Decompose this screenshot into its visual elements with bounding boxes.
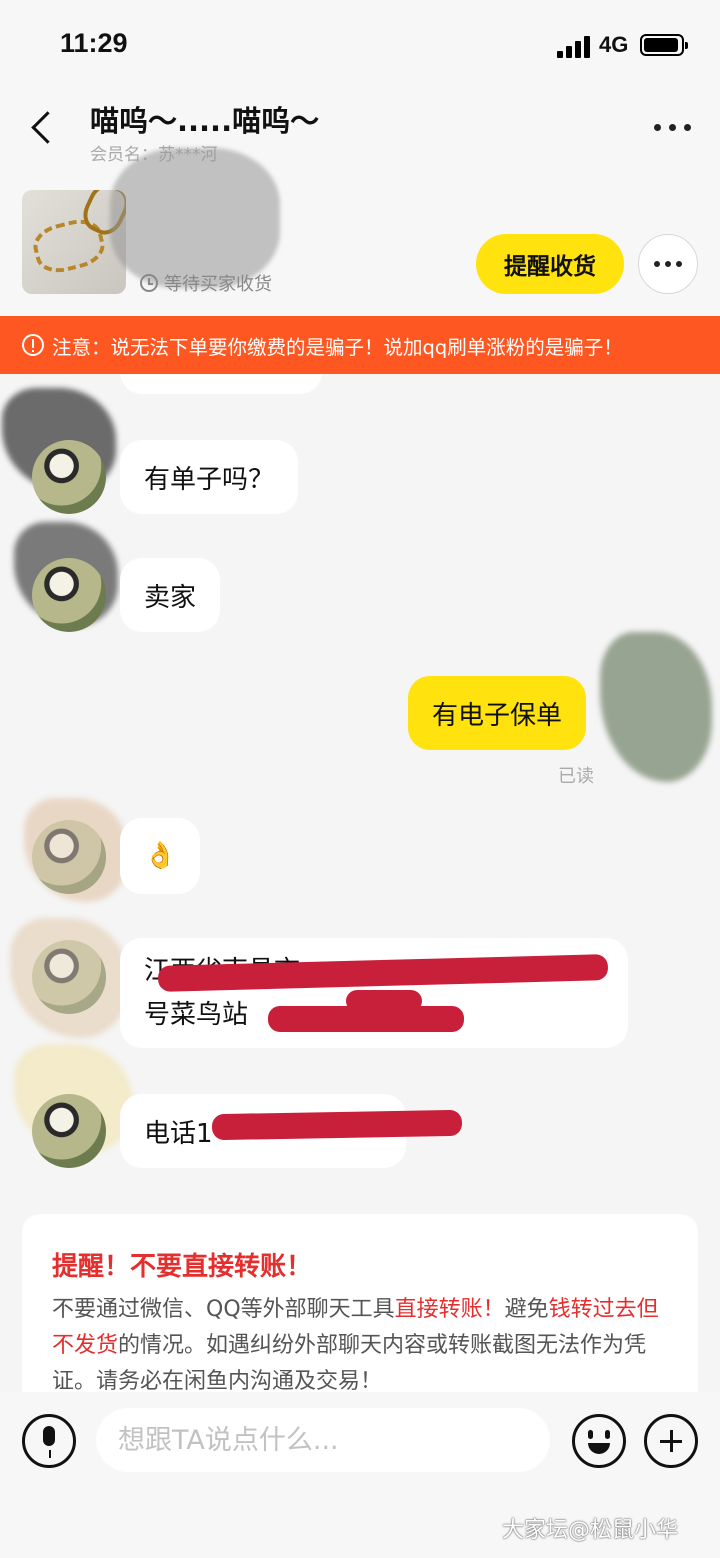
watermark: 大家坛@松鼠小华 — [502, 1518, 679, 1543]
address-line-2: 号菜鸟站 — [144, 1000, 249, 1030]
buyer-avatar[interactable] — [32, 440, 106, 514]
chat-header: 喵呜～.....喵呜～ 会员名：苏***河 — [0, 92, 720, 178]
message-bubble: 👌 — [120, 818, 201, 894]
order-more-icon[interactable] — [638, 234, 698, 294]
read-receipt: 已读 — [558, 766, 594, 787]
clock-icon — [140, 274, 158, 292]
message-list[interactable]: 有单子吗？ 卖家 有电子保单 已读 👌 江西省南昌市 号菜鸟站 电话1 提醒！不… — [0, 374, 720, 1392]
phone-redaction — [211, 1109, 463, 1141]
more-options-icon[interactable] — [648, 112, 696, 142]
status-bar: 11:29 4G — [0, 0, 720, 92]
ok-emoji: 👌 — [144, 841, 177, 871]
buyer-avatar[interactable] — [32, 558, 106, 632]
my-message-bubble: 有电子保单 — [408, 676, 587, 750]
status-time: 11:29 — [60, 28, 128, 58]
address-redaction — [346, 990, 422, 1012]
signal-icon — [557, 36, 591, 58]
network-type: 4G — [599, 32, 629, 57]
back-arrow-icon[interactable] — [22, 102, 62, 152]
input-bar: 大家坛@松鼠小华 — [0, 1392, 720, 1558]
message-bubble: 有单子吗？ — [120, 440, 299, 514]
emoji-icon[interactable] — [572, 1414, 626, 1468]
buyer-avatar[interactable] — [32, 1094, 106, 1168]
buyer-avatar[interactable] — [32, 820, 106, 894]
message-text: 电话1 — [144, 1118, 213, 1149]
message-text: 有电子保单 — [432, 700, 563, 731]
add-attachment-icon[interactable] — [644, 1414, 698, 1468]
chat-title: 喵呜～.....喵呜～ — [90, 104, 320, 138]
order-status-text: 等待买家收货 — [164, 274, 272, 295]
message-text: 卖家 — [144, 582, 197, 613]
message-text: 有单子吗？ — [144, 464, 275, 495]
redaction-smudge — [110, 148, 280, 288]
message-bubble-partial — [120, 374, 322, 394]
message-input[interactable] — [96, 1408, 550, 1472]
scam-warning-banner: 注意：说无法下单要你缴费的是骗子！说加qq刷单涨粉的是骗子！ — [0, 316, 720, 374]
reminder-body: 不要通过微信、QQ等外部聊天工具直接转账！避免钱转过去但不发货的情况。如遇纠纷外… — [52, 1297, 659, 1392]
warning-text: 注意：说无法下单要你缴费的是骗子！说加qq刷单涨粉的是骗子！ — [52, 335, 623, 359]
remind-receipt-button[interactable]: 提醒收货 — [476, 234, 624, 294]
alert-icon — [22, 334, 44, 356]
order-card: 等待买家收货 提醒收货 — [0, 148, 720, 316]
battery-icon — [640, 34, 688, 56]
message-bubble: 卖家 — [120, 558, 221, 632]
redaction-smudge — [600, 632, 712, 782]
reminder-title: 提醒！不要直接转账！ — [52, 1252, 313, 1282]
microphone-icon[interactable] — [22, 1414, 76, 1468]
buyer-avatar[interactable] — [32, 940, 106, 1014]
safety-reminder-card: 提醒！不要直接转账！ 不要通过微信、QQ等外部聊天工具直接转账！避免钱转过去但不… — [22, 1214, 698, 1392]
order-status: 等待买家收货 — [140, 270, 272, 296]
